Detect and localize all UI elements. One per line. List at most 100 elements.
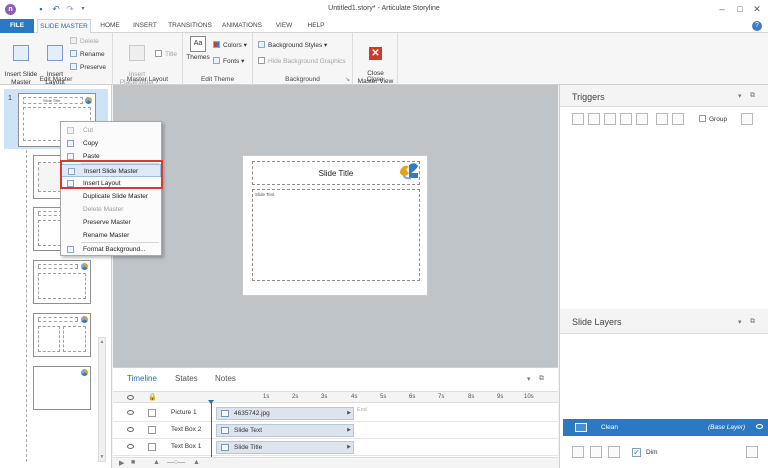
lock-checkbox[interactable] <box>148 443 156 451</box>
timeline-tick: 8s <box>468 394 475 400</box>
close-group: ✕ Close Master View Close <box>353 33 398 85</box>
eye-icon[interactable] <box>127 427 134 432</box>
layer-row-base[interactable]: Clean (Base Layer) <box>563 419 768 436</box>
expand-arrow-icon[interactable]: ▶ <box>347 427 351 433</box>
tab-animations[interactable]: ANIMATIONS <box>217 19 267 33</box>
tab-notes[interactable]: Notes <box>215 374 236 383</box>
zoom-slider[interactable]: —○— <box>167 459 185 466</box>
maximize-icon[interactable]: □ <box>734 3 746 15</box>
timeline-tick: 9s <box>497 394 504 400</box>
eye-icon[interactable] <box>127 444 134 449</box>
tab-states[interactable]: States <box>175 374 198 383</box>
menu-item-preserve-master[interactable]: Preserve Master <box>61 216 161 229</box>
copy-trigger-icon[interactable] <box>604 113 616 125</box>
slide-canvas[interactable]: Slide Title Slide Text <box>242 155 428 296</box>
s2-logo-icon <box>400 163 418 180</box>
menu-item-duplicate-slide-master[interactable]: Duplicate Slide Master <box>61 190 161 203</box>
close-window-icon[interactable]: ✕ <box>751 3 763 15</box>
collapse-icon[interactable]: ▾ <box>527 375 531 383</box>
timeline-row[interactable]: Text Box 1 Slide Title ▶ <box>113 439 558 456</box>
new-trigger-icon[interactable] <box>572 113 584 125</box>
help-icon[interactable]: ? <box>752 21 762 31</box>
menu-item-rename-master[interactable]: Rename Master <box>61 229 161 242</box>
collapse-icon[interactable]: ▾ <box>738 92 742 100</box>
timeline-row[interactable]: Picture 1 4635742.jpg ▶ End <box>113 405 558 422</box>
variables-icon[interactable] <box>741 113 753 125</box>
lock-checkbox[interactable] <box>148 426 156 434</box>
playhead-line[interactable] <box>211 401 212 459</box>
object-name: Text Box 2 <box>171 426 202 433</box>
undock-icon[interactable]: ⧉ <box>539 375 544 383</box>
scroll-up-icon[interactable]: ▲ <box>99 339 105 345</box>
tab-slide-master[interactable]: SLIDE MASTER <box>37 19 91 34</box>
layout-thumbnail[interactable] <box>33 366 91 410</box>
delete-button[interactable]: Delete <box>70 37 99 46</box>
dim-label: Dim <box>646 449 658 456</box>
group-checkbox[interactable]: Group <box>699 115 727 124</box>
move-down-icon[interactable] <box>672 113 684 125</box>
undock-icon[interactable]: ⧉ <box>750 318 755 326</box>
rename-button[interactable]: Rename <box>70 50 105 59</box>
slide-title-placeholder[interactable]: Slide Title <box>252 161 420 185</box>
layout-thumbnail[interactable] <box>33 260 91 304</box>
layer-properties-gear-icon[interactable] <box>746 446 758 458</box>
delete-layer-icon[interactable] <box>608 446 620 458</box>
fonts-button[interactable]: Fonts ▾ <box>213 57 244 66</box>
menu-item-copy[interactable]: Copy <box>61 137 161 150</box>
undock-icon[interactable]: ⧉ <box>750 92 755 100</box>
play-icon[interactable]: ▶ <box>119 459 124 467</box>
tab-insert[interactable]: INSERT <box>128 19 162 33</box>
timeline-bar[interactable]: Slide Title ▶ <box>216 441 354 454</box>
zoom-out-icon[interactable]: ▲ <box>153 459 160 466</box>
tab-file[interactable]: FILE <box>0 19 34 33</box>
stop-icon[interactable]: ■ <box>131 459 135 466</box>
new-layer-icon[interactable] <box>572 446 584 458</box>
colors-button[interactable]: Colors ▾ <box>213 41 247 50</box>
background-styles-button[interactable]: Background Styles ▾ <box>258 41 327 50</box>
slide-master-icon <box>13 45 29 61</box>
menu-item-cut[interactable]: Cut <box>61 124 161 137</box>
tab-help[interactable]: HELP <box>301 19 331 33</box>
dim-checkbox[interactable]: ✓ <box>632 448 641 457</box>
eye-icon[interactable] <box>127 410 134 415</box>
tab-transitions[interactable]: TRANSITIONS <box>165 19 215 33</box>
layout-icon <box>47 45 63 61</box>
hide-background-graphics-checkbox[interactable]: Hide Background Graphics <box>258 57 346 66</box>
lock-icon[interactable]: 🔒 <box>148 393 157 401</box>
edit-trigger-icon[interactable] <box>588 113 600 125</box>
tab-timeline[interactable]: Timeline <box>127 374 157 383</box>
menu-item-format-background[interactable]: Format Background... <box>61 243 161 256</box>
menu-item-delete-master[interactable]: Delete Master <box>61 203 161 216</box>
layout-thumbnail[interactable] <box>33 313 91 357</box>
collapse-icon[interactable]: ▾ <box>738 318 742 326</box>
preserve-button[interactable]: Preserve <box>70 63 106 72</box>
tab-home[interactable]: HOME <box>94 19 126 33</box>
paste-trigger-icon[interactable] <box>620 113 632 125</box>
timeline-row[interactable]: Text Box 2 Slide Text ▶ <box>113 422 558 439</box>
timeline-panel: Timeline States Notes ▾ ⧉ 🔒 1s 2s 3s 4s … <box>113 367 558 468</box>
eye-icon[interactable] <box>127 395 134 400</box>
minimize-icon[interactable]: – <box>716 3 728 15</box>
title-checkbox[interactable]: Title <box>155 50 177 59</box>
timeline-tick: 7s <box>438 394 445 400</box>
timeline-ruler[interactable]: 🔒 1s 2s 3s 4s 5s 6s 7s 8s 9s 10s <box>113 391 558 403</box>
themes-button[interactable]: Aa Themes <box>185 36 211 62</box>
timeline-bar[interactable]: 4635742.jpg ▶ <box>216 407 354 420</box>
expand-arrow-icon[interactable]: ▶ <box>347 444 351 450</box>
eye-icon[interactable] <box>756 424 763 429</box>
slide-text-placeholder[interactable]: Slide Text <box>252 189 420 281</box>
zoom-in-icon[interactable]: ▲ <box>193 459 200 466</box>
expand-arrow-icon[interactable]: ▶ <box>347 410 351 416</box>
timeline-bar[interactable]: Slide Text ▶ <box>216 424 354 437</box>
tab-view[interactable]: VIEW <box>270 19 298 33</box>
timeline-tick: 1s <box>263 394 270 400</box>
lock-checkbox[interactable] <box>148 409 156 417</box>
scroll-down-icon[interactable]: ▼ <box>99 454 105 460</box>
vertical-scrollbar[interactable]: ▲ ▼ <box>98 337 106 462</box>
move-up-icon[interactable] <box>656 113 668 125</box>
window-title: Untitled1.story* - Articulate Storyline <box>328 5 440 12</box>
fonts-icon <box>213 57 220 64</box>
timeline-tick: 2s <box>292 394 299 400</box>
duplicate-layer-icon[interactable] <box>590 446 602 458</box>
delete-trigger-icon[interactable] <box>636 113 648 125</box>
